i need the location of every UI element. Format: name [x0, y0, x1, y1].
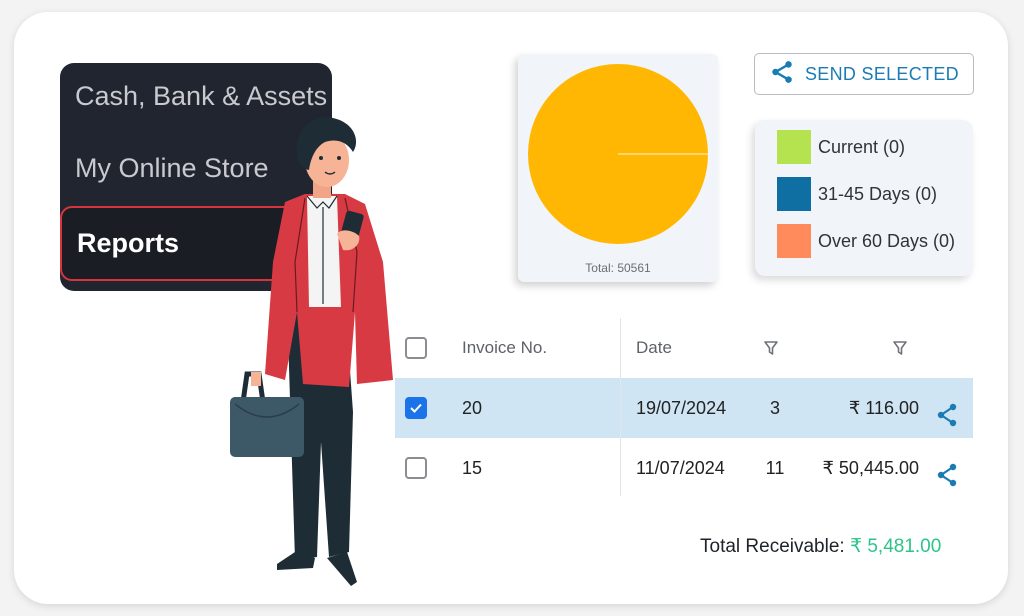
filter-icon[interactable]	[763, 340, 779, 361]
filter-icon[interactable]	[892, 340, 908, 361]
invoice-no-cell: 20	[462, 398, 483, 418]
legend-swatch-31-45-days	[777, 177, 811, 211]
table-header-row: Invoice No. Date	[395, 318, 973, 378]
date-cell: 11/07/2024	[636, 458, 725, 478]
table-row[interactable]: 20 19/07/2024 3 ₹ 116.00	[395, 378, 973, 438]
column-divider	[620, 318, 621, 496]
row-checkbox[interactable]	[405, 397, 427, 419]
header-invoice-no[interactable]: Invoice No.	[462, 318, 547, 378]
days-cell: 11	[765, 458, 785, 478]
eye	[319, 156, 323, 160]
amount-cell: ₹ 116.00	[848, 398, 919, 418]
briefcase	[230, 397, 304, 457]
legend-label: Over 60 Days (0)	[818, 230, 956, 251]
legend-label: Current (0)	[818, 136, 906, 157]
send-selected-label: SEND SELECTED	[805, 63, 959, 84]
legend-item-over-60-days: Over 60 Days (0)	[777, 224, 955, 258]
row-checkbox[interactable]	[405, 457, 427, 479]
total-receivable: Total Receivable: ₹ 5,481.00	[700, 535, 941, 558]
legend-label: 31-45 Days (0)	[818, 183, 938, 204]
total-receivable-label: Total Receivable:	[700, 536, 845, 557]
right-shoe	[327, 552, 357, 586]
send-selected-button[interactable]: SEND SELECTED	[754, 53, 974, 95]
legend-item-31-45-days: 31-45 Days (0)	[777, 177, 937, 211]
white-shirt	[307, 196, 341, 307]
share-icon[interactable]	[935, 402, 959, 433]
total-receivable-amount: ₹ 5,481.00	[849, 536, 942, 557]
days-cell: 3	[769, 398, 780, 418]
select-all-checkbox[interactable]	[405, 337, 427, 359]
legend-swatch-over-60-days	[777, 224, 811, 258]
hand	[251, 372, 261, 386]
pie-total-label: Total: 50561	[585, 261, 651, 275]
table-row[interactable]: 15 11/07/2024 11 ₹ 50,445.00	[395, 438, 973, 498]
share-icon[interactable]	[935, 462, 959, 493]
pie-chart	[528, 64, 708, 244]
legend-item-current: Current (0)	[777, 130, 905, 164]
pie-chart-card: Total: 50561	[518, 54, 718, 282]
businesswoman-illustration	[230, 117, 393, 586]
legend-swatch-current	[777, 130, 811, 164]
share-icon	[769, 59, 795, 90]
date-cell: 19/07/2024	[636, 398, 727, 418]
amount-cell: ₹ 50,445.00	[822, 458, 919, 478]
eye	[337, 156, 341, 160]
check-icon	[410, 403, 422, 413]
legend-card: Current (0) 31-45 Days (0) Over 60 Days …	[755, 120, 973, 276]
header-date[interactable]: Date	[636, 318, 672, 378]
invoice-no-cell: 15	[462, 458, 483, 478]
